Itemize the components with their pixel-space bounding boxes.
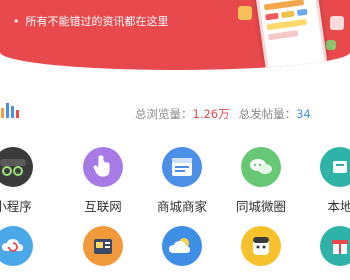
camera-store-icon [83,226,123,266]
grid-item[interactable] [0,226,48,266]
shop-window-icon [162,147,202,187]
banner-decoration [326,40,336,50]
grid-item-label: 互联网 [84,199,122,214]
cloud-refresh-icon [0,226,33,266]
grid-item[interactable] [68,226,138,266]
banner-decoration [238,6,252,20]
grid-item[interactable] [226,226,296,266]
grid-item[interactable] [305,226,350,266]
grid-item[interactable] [147,226,217,266]
chat-bubbles-icon [241,147,281,187]
phone-illustration [253,0,329,70]
banner-text: • 所有不能错过的资讯都在这里 [13,13,169,29]
total-posts-label: 总发帖量： [238,107,297,121]
banner-slogan: 所有不能错过的资讯都在这里 [25,15,169,28]
grid-item-label: 同城微圈 [235,199,286,214]
bar-chart-icon [1,103,19,118]
top-banner[interactable]: • 所有不能错过的资讯都在这里 [0,0,350,70]
weather-icon [162,226,202,266]
grid-item-internet[interactable]: 互联网 [68,147,138,215]
grid-item-label: 本地 [327,199,350,214]
total-views-label: 总浏览量： [135,107,193,121]
banner-bullet: • [13,15,20,28]
total-posts-value: 34 [296,107,311,121]
grid-item-local-circle[interactable]: 同城微圈 [226,147,296,215]
gift-icon [320,226,350,266]
grid-item-mini-program[interactable]: 小程序 [0,147,48,215]
mini-program-icon [0,147,33,187]
grid-item-mall-merchants[interactable]: 商城商家 [147,147,217,215]
touch-hand-icon [83,147,123,187]
face-icon [241,226,281,266]
total-views-value: 1.26万 [192,107,230,121]
banner-decoration [330,16,344,30]
grid-item-local[interactable]: 本地 [305,147,350,215]
grid-item-label: 小程序 [0,199,32,214]
local-icon [320,147,350,187]
stats-line: 总浏览量：1.26万 总发帖量：34 [135,106,311,122]
grid-item-label: 商城商家 [156,199,207,214]
